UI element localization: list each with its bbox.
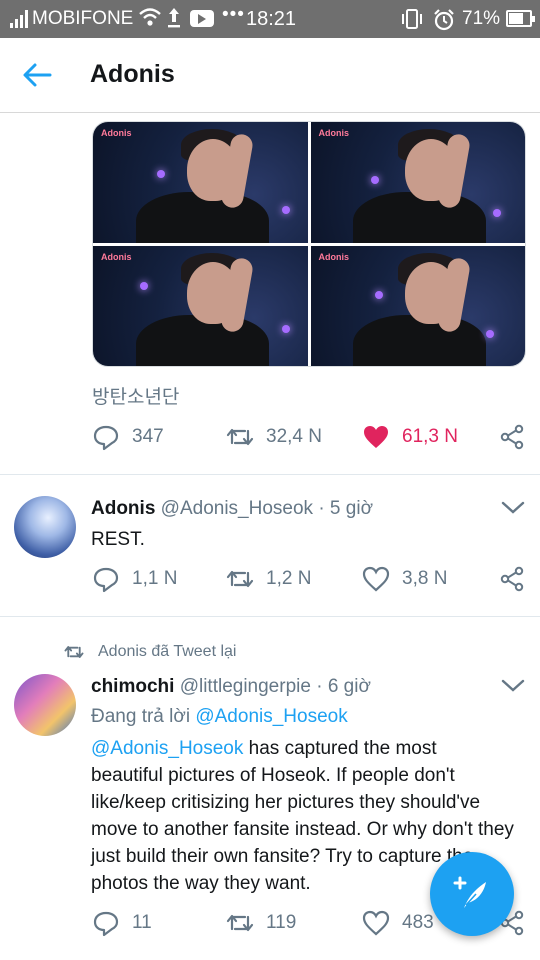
reply-count: 347 [132, 426, 164, 447]
battery-percent: 71% [462, 8, 501, 29]
reply-icon [93, 911, 119, 937]
like-button[interactable]: 61,3 N [362, 423, 458, 451]
tweet-text-line1: has captured the most [243, 738, 437, 759]
share-icon [500, 566, 524, 592]
mention-link[interactable]: @Adonis_Hoseok [91, 738, 243, 759]
wifi-icon [138, 6, 162, 28]
tweet-time: · 5 giờ [318, 498, 374, 519]
photo-watermark: Adonis [101, 251, 132, 262]
signal-indicator: MOBIFONE [10, 8, 133, 30]
clock: 18:21 [246, 8, 297, 30]
user-handle[interactable]: @littlegingerpie [180, 676, 311, 697]
like-button[interactable]: 483 [362, 909, 434, 937]
tweet-header: Adonis @Adonis_Hoseok · 5 giờ [91, 498, 373, 520]
tweet-separator [0, 616, 540, 617]
avatar[interactable] [14, 674, 76, 736]
retweeted-by-label[interactable]: Adonis đã Tweet lại [98, 643, 236, 661]
tweet-photo[interactable]: Adonis [310, 122, 525, 243]
share-button[interactable] [498, 423, 538, 451]
tweet-photo[interactable]: Adonis [310, 245, 525, 366]
compose-tweet-button[interactable] [430, 852, 514, 936]
like-count: 61,3 N [402, 426, 458, 447]
heart-filled-icon [364, 426, 388, 448]
chevron-down-icon[interactable] [500, 678, 526, 694]
replying-to-label: Đang trả lời [91, 706, 191, 727]
more-dots-icon: ••• [222, 4, 245, 25]
reply-button[interactable]: 347 [92, 423, 164, 451]
back-arrow-icon[interactable] [22, 62, 52, 88]
compose-feather-icon [453, 876, 486, 908]
reply-mention-link[interactable]: @Adonis_Hoseok [195, 706, 347, 727]
youtube-icon [190, 10, 214, 27]
tweet-photo[interactable]: Adonis [93, 245, 308, 366]
tweet-text: 방탄소년단 [92, 387, 180, 408]
upload-icon [166, 6, 182, 30]
retweet-context: Adonis đã Tweet lại [64, 642, 236, 662]
tweet-header: chimochi @littlegingerpie · 6 giờ [91, 676, 371, 698]
retweet-icon [226, 570, 254, 588]
retweet-count: 32,4 N [266, 426, 322, 447]
tweet-media-grid[interactable]: Adonis Adonis Adonis Adonis [92, 121, 526, 367]
user-handle[interactable]: @Adonis_Hoseok [161, 498, 313, 519]
avatar[interactable] [14, 496, 76, 558]
retweet-icon [226, 428, 254, 446]
signal-icon [10, 10, 28, 28]
vibrate-icon [400, 8, 424, 30]
photo-watermark: Adonis [318, 128, 350, 138]
heart-outline-icon [362, 910, 390, 936]
retweet-button[interactable]: 119 [226, 909, 296, 937]
share-button[interactable] [498, 565, 538, 593]
like-count: 483 [402, 912, 434, 933]
reply-count: 11 [132, 912, 152, 933]
tweet-photo[interactable]: Adonis [93, 122, 308, 243]
reply-icon [93, 425, 119, 451]
retweet-button[interactable]: 32,4 N [226, 423, 322, 451]
retweet-icon [226, 914, 254, 932]
retweet-count: 119 [266, 912, 297, 933]
reply-icon [93, 567, 119, 593]
tweet-time: · 6 giờ [316, 676, 371, 697]
display-name[interactable]: chimochi [91, 676, 174, 697]
alarm-icon [432, 8, 456, 32]
battery-icon [506, 10, 535, 27]
tweet-separator [0, 474, 540, 475]
page-title: Adonis [90, 60, 175, 88]
status-bar: MOBIFONE ••• 18:21 71% [0, 0, 540, 38]
tweet-actions: 1,1 N 1,2 N 3,8 N [92, 565, 532, 595]
heart-outline-icon [362, 566, 390, 592]
retweet-count: 1,2 N [266, 568, 312, 589]
carrier-name: MOBIFONE [32, 8, 134, 29]
top-app-bar: Adonis [0, 38, 540, 113]
chevron-down-icon[interactable] [500, 500, 526, 516]
reply-count: 1,1 N [132, 568, 178, 589]
reply-button[interactable]: 11 [92, 909, 152, 937]
photo-watermark: Adonis [318, 251, 350, 262]
retweet-button[interactable]: 1,2 N [226, 565, 311, 593]
like-button[interactable]: 3,8 N [362, 565, 447, 593]
share-icon [500, 424, 524, 450]
tweet-actions: 347 32,4 N 61,3 N [92, 423, 532, 453]
like-count: 3,8 N [402, 568, 448, 589]
replying-to: Đang trả lời @Adonis_Hoseok [91, 706, 348, 728]
photo-watermark: Adonis [101, 128, 132, 138]
retweet-icon [64, 646, 84, 658]
display-name[interactable]: Adonis [91, 498, 155, 519]
tweet-text: REST. [91, 529, 145, 550]
reply-button[interactable]: 1,1 N [92, 565, 177, 593]
